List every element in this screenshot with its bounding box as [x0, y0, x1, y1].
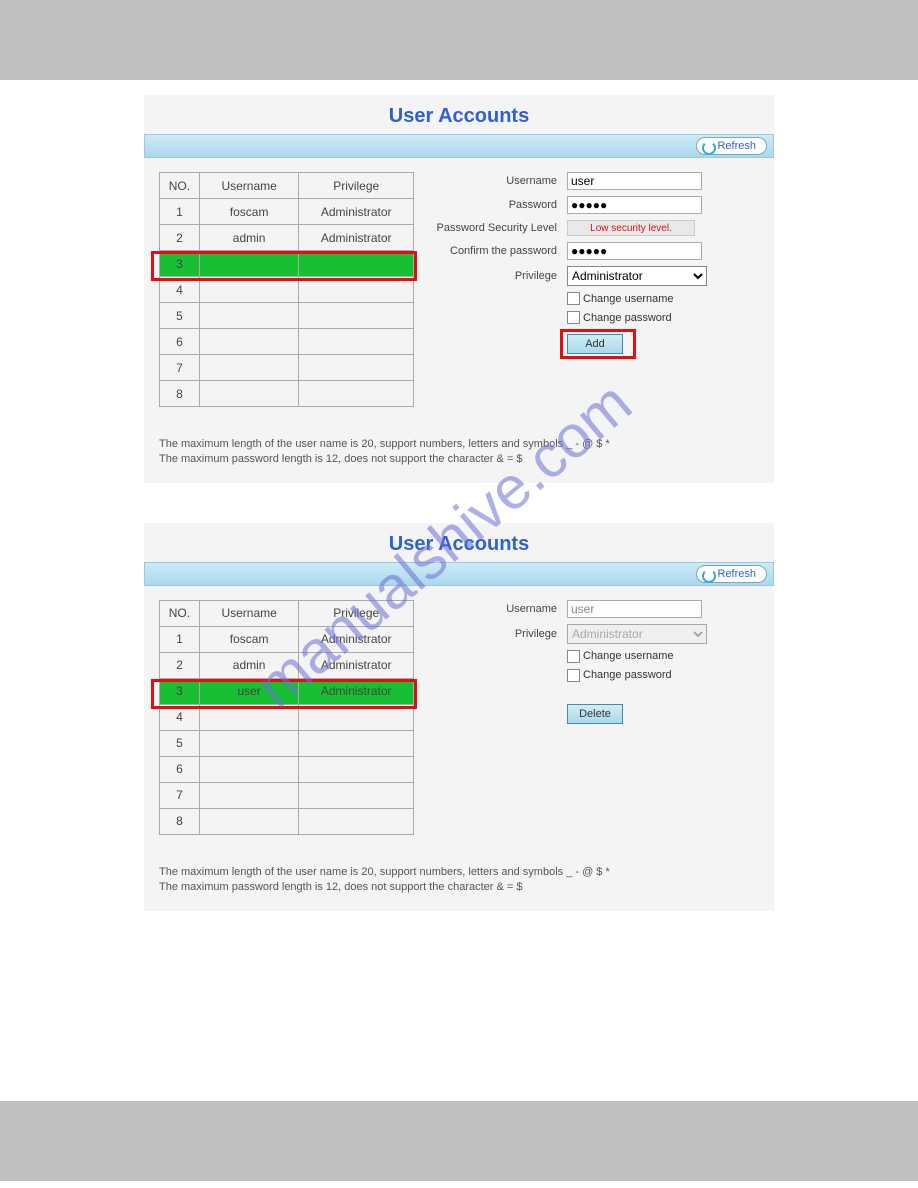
- page-footer-bar: [0, 1101, 918, 1181]
- user-accounts-panel-1: User Accounts Refresh NO. Username Privi…: [144, 95, 774, 483]
- refresh-label: Refresh: [717, 140, 756, 152]
- user-accounts-panel-2: User Accounts Refresh NO. Username Privi…: [144, 523, 774, 911]
- page-header-bar: [0, 0, 918, 80]
- privilege-select[interactable]: Administrator: [567, 624, 707, 644]
- footnote: The maximum length of the user name is 2…: [144, 835, 774, 896]
- table-row[interactable]: 7: [160, 782, 414, 808]
- table-row[interactable]: 1foscamAdministrator: [160, 626, 414, 652]
- table-row[interactable]: 7: [160, 355, 414, 381]
- refresh-toolbar: Refresh: [144, 134, 774, 158]
- user-form: Username Privilege Administrator Change …: [432, 600, 759, 835]
- change-password-label: Change password: [583, 312, 672, 324]
- change-username-checkbox[interactable]: [567, 650, 580, 663]
- privilege-label: Privilege: [432, 270, 567, 282]
- change-username-checkbox[interactable]: [567, 292, 580, 305]
- psl-label: Password Security Level: [432, 222, 567, 234]
- table-header-row: NO. Username Privilege: [160, 600, 414, 626]
- panel-title: User Accounts: [144, 523, 774, 562]
- refresh-toolbar: Refresh: [144, 562, 774, 586]
- confirm-password-label: Confirm the password: [432, 245, 567, 257]
- table-row[interactable]: 5: [160, 730, 414, 756]
- note-line-2: The maximum password length is 12, does …: [159, 880, 759, 895]
- table-row[interactable]: 2adminAdministrator: [160, 652, 414, 678]
- user-form: Username Password Password Security Leve…: [432, 172, 759, 407]
- change-password-checkbox[interactable]: [567, 311, 580, 324]
- table-row-selected[interactable]: 3userAdministrator: [160, 678, 414, 704]
- password-label: Password: [432, 199, 567, 211]
- col-priv: Privilege: [299, 173, 414, 199]
- table-row[interactable]: 4: [160, 277, 414, 303]
- users-table: NO. Username Privilege 1foscamAdministra…: [159, 172, 414, 407]
- password-security-level: Low security level.: [567, 220, 695, 236]
- note-line-2: The maximum password length is 12, does …: [159, 452, 759, 467]
- username-input[interactable]: [567, 172, 702, 190]
- note-line-1: The maximum length of the user name is 2…: [159, 865, 759, 880]
- refresh-button[interactable]: Refresh: [696, 565, 767, 583]
- table-row[interactable]: 6: [160, 329, 414, 355]
- table-row[interactable]: 6: [160, 756, 414, 782]
- table-row-selected[interactable]: 3: [160, 251, 414, 277]
- privilege-label: Privilege: [432, 628, 567, 640]
- table-row[interactable]: 8: [160, 381, 414, 407]
- privilege-select[interactable]: Administrator: [567, 266, 707, 286]
- footnote: The maximum length of the user name is 2…: [144, 407, 774, 468]
- table-row[interactable]: 1foscamAdministrator: [160, 199, 414, 225]
- col-priv: Privilege: [299, 600, 414, 626]
- change-username-label: Change username: [583, 293, 674, 305]
- note-line-1: The maximum length of the user name is 2…: [159, 437, 759, 452]
- col-no: NO.: [160, 600, 200, 626]
- delete-button[interactable]: Delete: [567, 704, 623, 724]
- col-user: Username: [199, 173, 299, 199]
- password-input[interactable]: [567, 196, 702, 214]
- col-user: Username: [199, 600, 299, 626]
- table-row[interactable]: 4: [160, 704, 414, 730]
- table-row[interactable]: 5: [160, 303, 414, 329]
- add-button[interactable]: Add: [567, 334, 623, 354]
- username-input[interactable]: [567, 600, 702, 618]
- table-header-row: NO. Username Privilege: [160, 173, 414, 199]
- change-password-checkbox[interactable]: [567, 669, 580, 682]
- panel-title: User Accounts: [144, 95, 774, 134]
- username-label: Username: [432, 603, 567, 615]
- change-password-label: Change password: [583, 669, 672, 681]
- col-no: NO.: [160, 173, 200, 199]
- refresh-label: Refresh: [717, 568, 756, 580]
- refresh-button[interactable]: Refresh: [696, 137, 767, 155]
- users-table: NO. Username Privilege 1foscamAdministra…: [159, 600, 414, 835]
- table-row[interactable]: 2adminAdministrator: [160, 225, 414, 251]
- change-username-label: Change username: [583, 650, 674, 662]
- confirm-password-input[interactable]: [567, 242, 702, 260]
- table-row[interactable]: 8: [160, 808, 414, 834]
- username-label: Username: [432, 175, 567, 187]
